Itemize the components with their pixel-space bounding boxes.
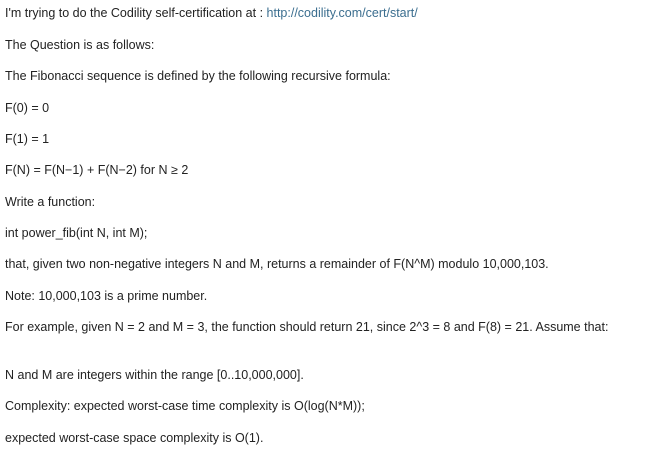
formula-f1: F(1) = 1: [5, 132, 50, 146]
codility-cert-link[interactable]: http://codility.com/cert/start/: [267, 6, 418, 20]
range-assumption: N and M are integers within the range [0…: [5, 368, 304, 382]
formula-fn: F(N) = F(N−1) + F(N−2) for N ≥ 2: [5, 163, 189, 177]
space-complexity: expected worst-case space complexity is …: [5, 431, 264, 445]
intro-line: I'm trying to do the Codility self-certi…: [5, 5, 418, 21]
returns-description: that, given two non-negative integers N …: [5, 257, 549, 271]
function-signature: int power_fib(int N, int M);: [5, 226, 148, 240]
question-intro: The Question is as follows:: [5, 38, 155, 52]
time-complexity: Complexity: expected worst-case time com…: [5, 399, 365, 413]
formula-f0: F(0) = 0: [5, 101, 50, 115]
example-paragraph: For example, given N = 2 and M = 3, the …: [5, 320, 609, 334]
intro-text: I'm trying to do the Codility self-certi…: [5, 6, 267, 20]
fibonacci-definition: The Fibonacci sequence is defined by the…: [5, 69, 391, 83]
write-function-label: Write a function:: [5, 195, 96, 209]
prime-note: Note: 10,000,103 is a prime number.: [5, 289, 208, 303]
